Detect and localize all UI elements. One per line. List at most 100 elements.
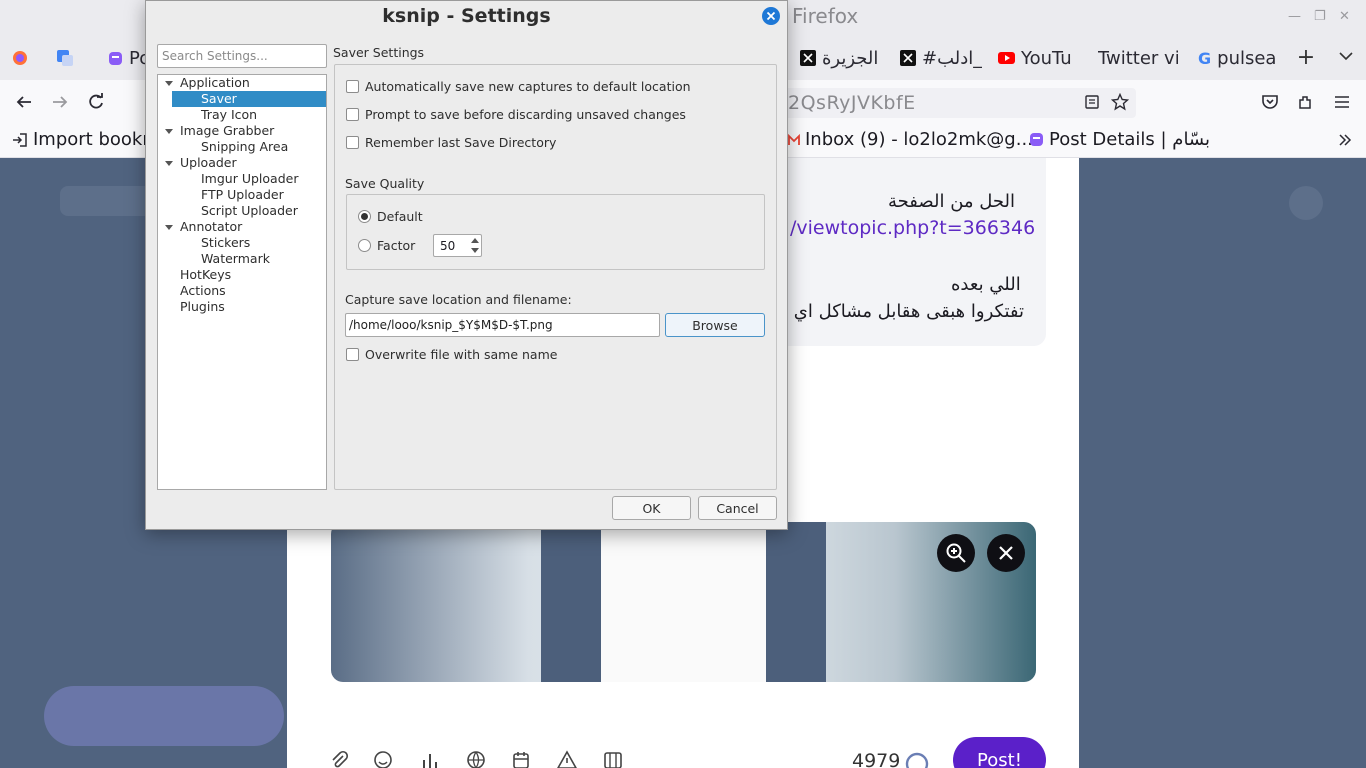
tab-youtube[interactable]: YouTu [998, 46, 1078, 70]
tree-item-ftp-uploader[interactable]: FTP Uploader [201, 187, 284, 203]
browse-button[interactable]: Browse [665, 313, 765, 337]
cancel-button[interactable]: Cancel [698, 496, 777, 520]
dialog-title: ksnip - Settings [382, 5, 551, 27]
forward-icon[interactable] [50, 92, 70, 112]
post-button[interactable]: Post! [953, 737, 1046, 768]
zoom-in-icon [945, 542, 967, 564]
tree-item-tray-icon[interactable]: Tray Icon [201, 107, 257, 123]
tree-item-application[interactable]: Application [180, 75, 250, 91]
globe-icon[interactable] [466, 750, 488, 768]
auto-save-checkbox[interactable]: Automatically save new captures to defau… [346, 79, 691, 94]
quality-factor-radio[interactable]: Factor [358, 238, 415, 253]
tree-item-watermark[interactable]: Watermark [201, 251, 270, 267]
translate-icon[interactable] [56, 49, 74, 67]
warning-icon[interactable] [557, 750, 579, 768]
expand-arrow-icon[interactable] [165, 161, 173, 166]
tree-item-hotkeys[interactable]: HotKeys [180, 267, 231, 283]
tree-item-annotator[interactable]: Annotator [180, 219, 242, 235]
settings-dialog: ksnip - Settings Application Saver Tray … [145, 0, 788, 530]
tree-item-actions[interactable]: Actions [180, 283, 226, 299]
progress-ring-icon [905, 752, 929, 768]
gmail-icon [788, 133, 800, 147]
media-preview[interactable] [331, 522, 1036, 682]
attachment-icon[interactable] [329, 750, 351, 768]
checkbox[interactable] [346, 348, 359, 361]
spinbox-arrows[interactable] [470, 236, 480, 255]
tree-item-imgur-uploader[interactable]: Imgur Uploader [201, 171, 298, 187]
poll-icon[interactable] [420, 750, 442, 768]
tree-item-plugins[interactable]: Plugins [180, 299, 225, 315]
bookmark-star-icon[interactable] [1110, 92, 1130, 112]
expand-arrow-icon[interactable] [165, 81, 173, 86]
bookmark-label: Import bookm [33, 129, 160, 150]
prompt-save-checkbox[interactable]: Prompt to save before discarding unsaved… [346, 107, 686, 122]
menu-icon[interactable] [1332, 92, 1352, 112]
extensions-icon[interactable] [1296, 92, 1316, 112]
browse-button-label: Browse [692, 317, 738, 333]
bookmark-import[interactable]: Import bookm [12, 129, 160, 150]
maximize-icon[interactable]: ❐ [1314, 9, 1326, 24]
google-icon: G [1198, 48, 1212, 68]
tab-label: pulsea [1217, 47, 1276, 69]
tree-item-saver[interactable]: Saver [172, 91, 326, 107]
character-counter: 4979 [852, 750, 901, 768]
tree-item-script-uploader[interactable]: Script Uploader [201, 203, 298, 219]
zoom-in-button[interactable] [937, 534, 975, 572]
emoji-icon[interactable] [373, 750, 395, 768]
tree-item-snipping-area[interactable]: Snipping Area [201, 139, 288, 155]
url-text[interactable]: 2QsRyJVKbfE [788, 92, 916, 114]
radio-button[interactable] [358, 239, 371, 252]
quality-factor-spinbox[interactable]: 50 [433, 234, 482, 257]
minimize-icon[interactable]: — [1288, 9, 1301, 24]
calendar-icon[interactable] [511, 750, 533, 768]
spin-up-icon [471, 238, 479, 244]
blurred-avatar [1289, 186, 1323, 220]
tree-item-image-grabber[interactable]: Image Grabber [180, 123, 274, 139]
expand-arrow-icon[interactable] [165, 225, 173, 230]
bookmark-inbox[interactable]: Inbox (9) - lo2lo2mk@g... [788, 129, 1033, 150]
close-icon [998, 545, 1014, 561]
tab-twitter[interactable]: Twitter vi [1098, 46, 1178, 70]
reload-icon[interactable] [86, 92, 106, 112]
screenshot-thumbnail [541, 522, 826, 682]
tree-item-stickers[interactable]: Stickers [201, 235, 250, 251]
settings-search-input[interactable] [157, 44, 327, 68]
tab-aljazeera[interactable]: الجزيرة [800, 46, 884, 70]
pocket-icon[interactable] [1260, 92, 1280, 112]
post-link[interactable]: /viewtopic.php?t=366346 [790, 217, 1035, 239]
ok-button[interactable]: OK [612, 496, 691, 520]
overwrite-checkbox[interactable]: Overwrite file with same name [346, 347, 557, 362]
radio-label: Default [377, 209, 423, 224]
more-bookmarks-icon[interactable] [1337, 131, 1353, 149]
back-icon[interactable] [14, 92, 34, 112]
tab-google[interactable]: G pulsea [1198, 46, 1276, 70]
x-logo-icon [800, 50, 816, 66]
tab-idlib[interactable]: #ادلب_ [900, 46, 982, 70]
tab-label: #ادلب_ [922, 47, 982, 69]
reader-view-icon[interactable] [1082, 92, 1102, 112]
location-label: Capture save location and filename: [345, 292, 572, 307]
new-tab-icon[interactable]: + [1296, 45, 1316, 70]
bookmark-post-details[interactable]: Post Details | بسّام [1029, 129, 1210, 150]
cancel-button-label: Cancel [716, 500, 759, 516]
dialog-close-button[interactable] [762, 7, 780, 25]
remove-media-button[interactable] [987, 534, 1025, 572]
remember-directory-checkbox[interactable]: Remember last Save Directory [346, 135, 556, 150]
close-window-icon[interactable]: ✕ [1339, 9, 1350, 24]
bookmark-label: Inbox (9) - lo2lo2mk@g... [805, 129, 1033, 150]
checkbox-label: Overwrite file with same name [365, 347, 558, 362]
tab-list-icon[interactable] [1338, 48, 1354, 64]
checkbox[interactable] [346, 80, 359, 93]
quality-default-radio[interactable]: Default [358, 209, 423, 224]
radio-button[interactable] [358, 210, 371, 223]
expand-arrow-icon[interactable] [165, 129, 173, 134]
firefox-view-icon[interactable] [12, 50, 28, 66]
settings-tree: Application Saver Tray Icon Image Grabbe… [157, 74, 327, 490]
save-location-input[interactable] [345, 313, 660, 337]
settings-sliders-icon[interactable] [603, 750, 625, 768]
close-icon [766, 11, 776, 21]
spin-down-icon [471, 247, 479, 253]
checkbox[interactable] [346, 136, 359, 149]
checkbox[interactable] [346, 108, 359, 121]
tree-item-uploader[interactable]: Uploader [180, 155, 237, 171]
